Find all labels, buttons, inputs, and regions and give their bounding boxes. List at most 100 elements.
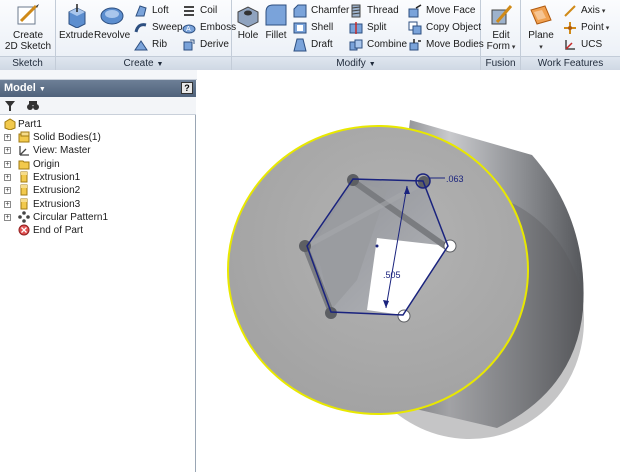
work-features-group-footer: Work Features xyxy=(521,56,620,70)
draft-button[interactable]: Draft xyxy=(291,36,333,53)
plane-dropdown-icon: ▾ xyxy=(539,44,543,51)
rib-icon xyxy=(134,40,148,51)
plane-label: Plane xyxy=(528,30,554,41)
create-2d-sketch-button[interactable]: Create 2D Sketch xyxy=(4,2,52,54)
modify-group-footer[interactable]: Modify ▼ xyxy=(232,56,480,70)
extrude-label: Extrude xyxy=(59,30,94,41)
emboss-icon: A xyxy=(182,24,196,34)
extrude-button[interactable]: Extrude xyxy=(59,2,93,54)
expand-icon[interactable]: + xyxy=(4,214,11,221)
move-face-label: Move Face xyxy=(426,5,476,16)
work-features-footer-label: Work Features xyxy=(537,58,604,69)
sweep-button[interactable]: Sweep xyxy=(132,19,183,36)
emboss-button[interactable]: A Emboss xyxy=(180,19,236,36)
edit-form-button[interactable]: Edit Form ▾ xyxy=(485,2,517,54)
rib-button[interactable]: Rib xyxy=(132,36,167,53)
create-group-footer[interactable]: Create ▼ xyxy=(56,56,231,70)
derive-button[interactable]: Derive xyxy=(180,36,229,53)
plane-button[interactable]: Plane ▾ xyxy=(525,2,557,54)
fusion-footer-label: Fusion xyxy=(485,58,516,69)
modify-group: Hole Fillet Chamfer Shell Draft Thread S… xyxy=(232,0,484,70)
loft-button[interactable]: Loft xyxy=(132,2,169,19)
expand-icon[interactable]: + xyxy=(4,161,11,168)
plane-icon xyxy=(530,5,552,25)
move-face-icon xyxy=(408,4,422,18)
revolve-button[interactable]: Revolve xyxy=(94,2,130,54)
axis-button[interactable]: Axis ▾ xyxy=(561,2,605,19)
point-dropdown-icon: ▾ xyxy=(603,25,610,32)
ucs-button[interactable]: UCS xyxy=(561,36,602,53)
fusion-group: Edit Form ▾ Fusion xyxy=(481,0,521,70)
expand-icon[interactable]: + xyxy=(4,187,11,194)
derive-label: Derive xyxy=(200,39,229,50)
model-browser: Model ▼ ? Part1 + Solid Bodies(1) + View… xyxy=(0,80,196,472)
coil-icon xyxy=(184,6,194,16)
combine-button[interactable]: Combine xyxy=(347,36,407,53)
axis-icon xyxy=(564,5,576,17)
expand-icon[interactable]: + xyxy=(4,174,11,181)
sketch-group: Create 2D Sketch Sketch xyxy=(0,0,56,70)
graphics-viewport[interactable]: .505 .063 xyxy=(197,70,620,472)
axis-dropdown-icon: ▾ xyxy=(599,8,606,15)
expand-icon[interactable]: + xyxy=(4,201,11,208)
copy-object-label: Copy Object xyxy=(426,22,482,33)
point-button[interactable]: Point ▾ xyxy=(561,19,609,36)
tree-node-label: Circular Pattern1 xyxy=(33,212,109,223)
tree-node-label: Extrusion2 xyxy=(33,185,81,196)
thread-icon xyxy=(351,4,361,18)
revolve-icon xyxy=(100,7,124,25)
chamfer-label: Chamfer xyxy=(311,5,350,16)
hole-icon xyxy=(237,6,259,28)
extrude-icon xyxy=(68,4,86,28)
expand-icon[interactable]: + xyxy=(4,147,11,154)
point-label: Point xyxy=(581,22,604,33)
split-button[interactable]: Split xyxy=(347,19,386,36)
sketch-group-footer: Sketch xyxy=(0,56,55,70)
copy-object-button[interactable]: Copy Object xyxy=(406,19,481,36)
draft-label: Draft xyxy=(311,39,333,50)
help-button[interactable]: ? xyxy=(181,82,193,94)
rib-label: Rib xyxy=(152,39,168,50)
circular-pattern-icon xyxy=(18,211,30,223)
shell-button[interactable]: Shell xyxy=(291,19,333,36)
fillet-icon xyxy=(265,4,287,26)
model-browser-header[interactable]: Model ▼ ? xyxy=(0,80,196,97)
edit-form-icon xyxy=(491,5,513,25)
edit-form-line2: Form xyxy=(486,41,510,52)
work-features-group: Plane ▾ Axis ▾ Point ▾ UCS Work Features xyxy=(521,0,620,70)
dimension-text-small[interactable]: .063 xyxy=(446,174,464,184)
ribbon: Create 2D Sketch Sketch Extrude Revolve … xyxy=(0,0,620,70)
thread-label: Thread xyxy=(367,5,399,16)
expand-icon[interactable]: + xyxy=(4,134,11,141)
combine-icon xyxy=(349,39,363,51)
chamfer-button[interactable]: Chamfer xyxy=(291,2,349,19)
move-face-button[interactable]: Move Face xyxy=(406,2,475,19)
sketch-center-point xyxy=(375,244,379,248)
revolve-label: Revolve xyxy=(94,30,131,41)
hole-button[interactable]: Hole xyxy=(235,2,261,54)
derive-icon xyxy=(183,39,195,51)
coil-button[interactable]: Coil xyxy=(180,2,217,19)
modify-footer-label: Modify xyxy=(336,58,366,69)
hole-label: Hole xyxy=(237,30,259,41)
shell-icon xyxy=(293,22,307,34)
tree-node-label: Solid Bodies(1) xyxy=(33,132,101,143)
dimension-text-large[interactable]: .505 xyxy=(383,270,401,280)
loft-label: Loft xyxy=(152,5,169,16)
ucs-icon xyxy=(565,40,575,50)
tree-node-label: Part1 xyxy=(18,119,42,130)
combine-label: Combine xyxy=(367,39,408,50)
tree-node-label: Extrusion1 xyxy=(33,172,81,183)
move-bodies-button[interactable]: Move Bodies xyxy=(406,36,484,53)
tree-node-label: Origin xyxy=(33,159,60,170)
move-bodies-label: Move Bodies xyxy=(426,39,484,50)
sweep-label: Sweep xyxy=(152,22,183,33)
filter-icon[interactable] xyxy=(3,100,17,112)
solid-bodies-icon xyxy=(18,131,30,143)
sketch-footer-label: Sketch xyxy=(12,58,43,69)
thread-button[interactable]: Thread xyxy=(347,2,399,19)
part-model-view[interactable]: .505 .063 xyxy=(197,70,620,472)
find-icon[interactable] xyxy=(26,100,40,112)
model-dropdown-icon[interactable]: ▼ xyxy=(39,86,46,93)
fillet-button[interactable]: Fillet xyxy=(263,2,289,54)
